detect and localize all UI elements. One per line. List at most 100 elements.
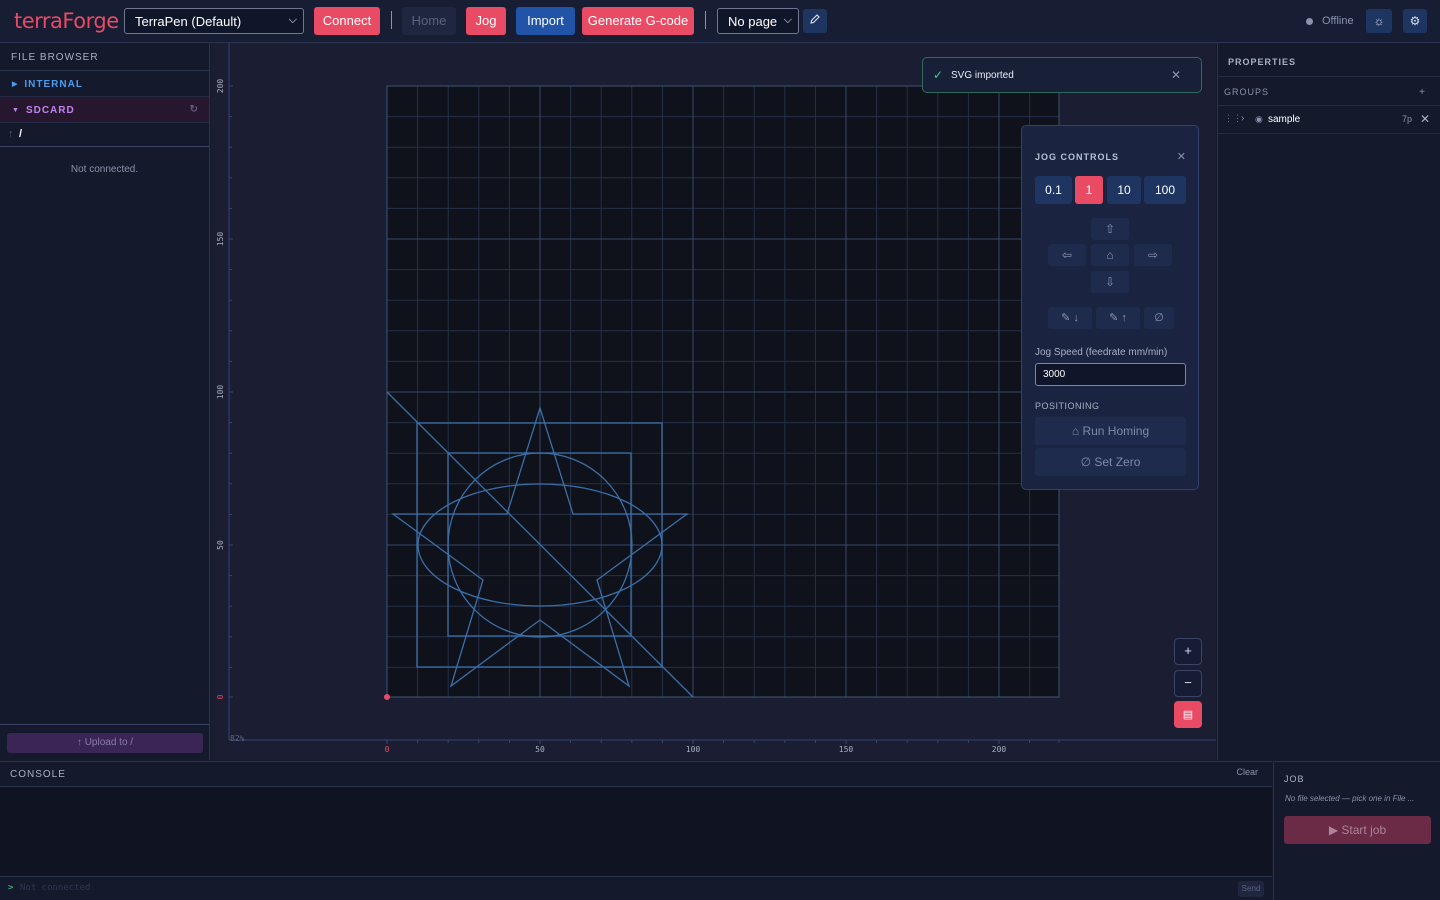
arrow-right-icon: ⇨	[1147, 248, 1159, 262]
console-prompt: >	[8, 883, 14, 893]
step-10-button[interactable]: 10	[1107, 176, 1141, 204]
console-header: CONSOLE Clear	[0, 762, 1272, 787]
jog-speed-input[interactable]: 3000	[1035, 363, 1186, 386]
step-1-button[interactable]: 1	[1075, 176, 1103, 204]
settings-button[interactable]: ⚙	[1403, 9, 1427, 33]
connect-button[interactable]: Connect	[314, 7, 380, 35]
arrow-down-icon: ⇩	[1104, 275, 1116, 289]
connection-status: Offline	[1306, 15, 1354, 27]
page-select-value: No page	[728, 14, 778, 29]
x-tick-label: 150	[839, 745, 854, 754]
arrow-up-icon: ⇧	[1104, 222, 1116, 236]
pencil-icon	[810, 14, 820, 24]
step-100-button[interactable]: 100	[1144, 176, 1186, 204]
group-name: sample	[1268, 114, 1301, 125]
toast-notification: ✓ SVG imported ✕	[922, 57, 1202, 93]
job-status-message: No file selected — pick one in File ...	[1285, 794, 1415, 803]
zoom-out-button[interactable]: −	[1174, 670, 1202, 697]
check-icon: ✓	[933, 68, 944, 82]
jog-right-button[interactable]: ⇨	[1134, 244, 1172, 266]
job-panel: JOB No file selected — pick one in File …	[1273, 761, 1440, 900]
edit-page-button[interactable]	[803, 9, 827, 33]
start-job-button[interactable]: ▶ Start job	[1284, 816, 1431, 844]
chevron-down-icon: ⌵	[288, 14, 297, 26]
add-group-button[interactable]: +	[1419, 87, 1425, 98]
set-zero-button[interactable]: ∅ Set Zero	[1035, 448, 1186, 476]
y-tick-label: 200	[216, 79, 225, 94]
not-connected-message: Not connected.	[70, 164, 139, 175]
run-homing-label: Run Homing	[1082, 424, 1150, 438]
chevron-down-icon: ⌵	[783, 14, 792, 26]
drag-handle-icon[interactable]: ⋮⋮	[1224, 113, 1242, 124]
eye-icon[interactable]: ◉	[1255, 114, 1263, 125]
zoom-in-button[interactable]: +	[1174, 638, 1202, 665]
page-select[interactable]: No page ⌵	[717, 8, 799, 34]
import-button[interactable]: Import	[516, 7, 575, 35]
empty-set-icon: ∅	[1080, 455, 1092, 469]
refresh-icon[interactable]: ↻	[190, 104, 199, 115]
home-icon: ⌂	[1071, 424, 1080, 438]
console-title: CONSOLE	[10, 769, 66, 780]
y-tick-label: 50	[216, 540, 225, 550]
generate-gcode-button[interactable]: Generate G-code	[582, 7, 694, 35]
delete-group-icon[interactable]: ✕	[1420, 112, 1430, 126]
tree-item-label: SDCARD	[25, 105, 75, 116]
file-browser-panel: FILE BROWSER ▶ INTERNAL ▼ SDCARD ↻ ↑ / Not…	[0, 43, 210, 760]
divider	[0, 724, 209, 725]
console-send-button[interactable]: Send	[1238, 881, 1264, 897]
jog-controls-title: JOG CONTROLS	[1035, 152, 1120, 162]
toolbar-separator	[705, 11, 706, 29]
x-tick-label: 50	[535, 745, 545, 754]
groups-header: GROUPS +	[1218, 77, 1440, 106]
console-command-input[interactable]: Not connected	[20, 883, 1230, 897]
groups-label: GROUPS	[1224, 87, 1270, 97]
fit-to-bed-button[interactable]: ▤	[1174, 701, 1202, 728]
top-bar: terraForge TerraPen (Default) ⌵ Connect …	[0, 0, 1440, 43]
close-icon[interactable]: ✕	[1171, 68, 1181, 82]
console-input-bar: > Not connected Send	[0, 876, 1272, 900]
zoom-level: 82%	[230, 734, 245, 743]
jog-button[interactable]: Jog	[466, 7, 506, 35]
properties-header: PROPERTIES	[1218, 43, 1440, 77]
current-path: /	[19, 128, 23, 140]
tree-item-internal[interactable]: ▶ INTERNAL	[0, 71, 209, 97]
toast-message: SVG imported	[951, 70, 1014, 81]
status-dot-icon	[1306, 17, 1313, 25]
up-arrow-icon[interactable]: ↑	[8, 128, 14, 140]
group-row[interactable]: ⋮⋮ › ◉ sample 7p ✕	[1218, 106, 1440, 134]
machine-select-value: TerraPen (Default)	[135, 14, 242, 29]
pen-up-button[interactable]: ✎ ↑	[1096, 307, 1140, 329]
pen-down-button[interactable]: ✎ ↓	[1048, 307, 1092, 329]
set-zero-quick-button[interactable]: ∅	[1144, 307, 1174, 329]
toolbar-separator	[391, 11, 392, 29]
upload-button[interactable]: ↑ Upload to /	[7, 733, 203, 753]
path-bar: ↑ /	[0, 123, 209, 147]
step-0.1-button[interactable]: 0.1	[1035, 176, 1072, 204]
set-zero-label: Set Zero	[1094, 455, 1141, 469]
properties-title: PROPERTIES	[1228, 57, 1297, 67]
chevron-right-icon[interactable]: ›	[1241, 113, 1244, 124]
home-button[interactable]: Home	[402, 7, 456, 35]
y-tick-label: 150	[216, 232, 225, 247]
jog-up-button[interactable]: ⇧	[1091, 218, 1129, 240]
job-title: JOB	[1284, 774, 1305, 784]
jog-left-button[interactable]: ⇦	[1048, 244, 1086, 266]
jog-home-button[interactable]: ⌂	[1091, 244, 1129, 266]
console-clear-button[interactable]: Clear	[1236, 767, 1258, 777]
sun-icon: ☼	[1373, 14, 1385, 28]
console-output	[0, 787, 1272, 876]
status-label: Offline	[1322, 15, 1354, 27]
x-tick-label: 100	[686, 745, 701, 754]
run-homing-button[interactable]: ⌂ Run Homing	[1035, 417, 1186, 445]
tree-item-label: INTERNAL	[24, 79, 83, 90]
machine-select[interactable]: TerraPen (Default) ⌵	[124, 8, 304, 34]
close-icon[interactable]: ✕	[1177, 150, 1186, 163]
theme-toggle-button[interactable]: ☼	[1366, 9, 1392, 33]
jog-down-button[interactable]: ⇩	[1091, 271, 1129, 293]
app-logo: terraForge	[14, 9, 119, 33]
empty-set-icon: ∅	[1154, 312, 1164, 324]
home-icon: ⌂	[1106, 248, 1114, 262]
properties-panel: PROPERTIES GROUPS + ⋮⋮ › ◉ sample 7p ✕	[1217, 43, 1440, 760]
tree-item-sdcard[interactable]: ▼ SDCARD ↻	[0, 97, 209, 123]
caret-down-icon: ▼	[12, 106, 20, 114]
